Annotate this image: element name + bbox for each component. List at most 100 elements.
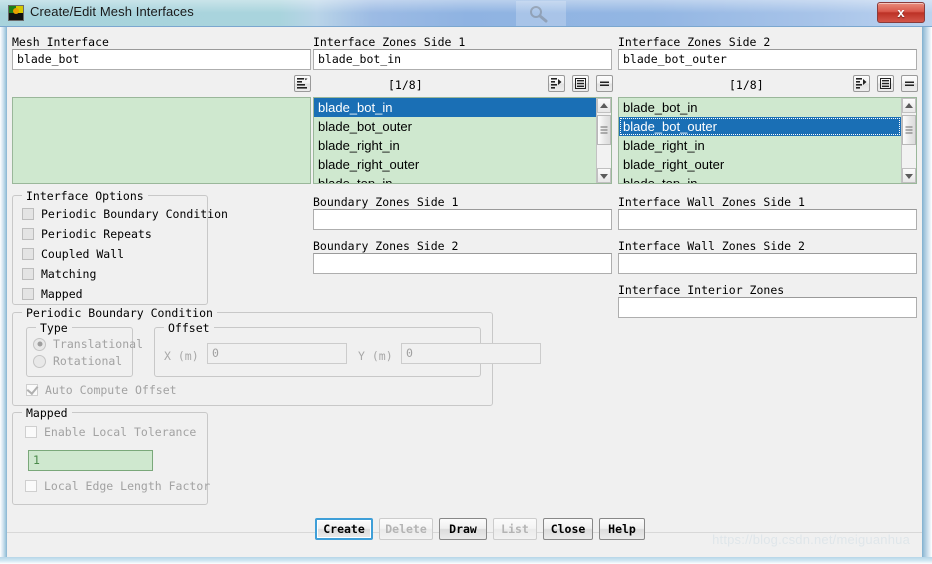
checkbox-label: Local Edge Length Factor bbox=[44, 479, 211, 493]
scroll-down-arrow-icon[interactable] bbox=[597, 168, 611, 183]
list-item[interactable]: blade_bot_in bbox=[314, 98, 596, 117]
checkbox-matching[interactable]: Matching bbox=[22, 267, 96, 281]
side2-equals-icon-button[interactable] bbox=[901, 75, 918, 92]
periodic-offset-group: Offset X (m) 0 Y (m) 0 bbox=[154, 321, 541, 377]
local-tolerance-input[interactable]: 1 bbox=[28, 450, 153, 471]
checkbox-label: Periodic Boundary Condition bbox=[41, 207, 228, 221]
offset-x-input[interactable]: 0 bbox=[207, 343, 347, 364]
checkbox-box-icon bbox=[22, 208, 34, 220]
checkbox-mapped[interactable]: Mapped bbox=[22, 287, 83, 301]
interface-options-title: Interface Options bbox=[22, 189, 148, 203]
dialog-content: Mesh Interface Interface Zones Side 1 In… bbox=[7, 27, 922, 557]
periodic-boundary-condition-group: Periodic Boundary Condition Type Transla… bbox=[12, 306, 541, 406]
radio-rotational[interactable]: Rotational bbox=[33, 354, 122, 368]
side2-list-scrollbar[interactable] bbox=[901, 98, 916, 183]
side2-page-indicator: [1/8] bbox=[729, 78, 764, 92]
checkbox-local-edge-length-factor[interactable]: Local Edge Length Factor bbox=[25, 479, 210, 493]
offset-y-label: Y (m) bbox=[358, 349, 393, 363]
title-bar: Create/Edit Mesh Interfaces x bbox=[0, 0, 932, 27]
list-item[interactable]: blade_bot_outer bbox=[314, 117, 596, 136]
checkbox-label: Matching bbox=[41, 267, 97, 281]
interface-interior-zones-label: Interface Interior Zones bbox=[618, 283, 785, 297]
watermark-text: https://blog.csdn.net/meiguanhua bbox=[712, 532, 910, 547]
side1-list-scrollbar[interactable] bbox=[596, 98, 611, 183]
checkbox-enable-local-tolerance[interactable]: Enable Local Tolerance bbox=[25, 425, 196, 439]
side1-filter-list-icon-button[interactable] bbox=[548, 75, 565, 92]
scroll-up-arrow-icon[interactable] bbox=[902, 98, 916, 113]
list-item[interactable]: blade_right_in bbox=[314, 136, 596, 155]
create-edit-mesh-interfaces-dialog: Create/Edit Mesh Interfaces x Mesh Inter… bbox=[0, 0, 932, 564]
periodic-type-group: Type Translational Rotational bbox=[26, 321, 143, 377]
window-edge-bottom bbox=[0, 557, 932, 564]
interface-zones-side1-list[interactable]: blade_bot_in blade_bot_outer blade_right… bbox=[313, 97, 612, 184]
checkbox-box-icon bbox=[22, 268, 34, 280]
side1-list-rows: blade_bot_in blade_bot_outer blade_right… bbox=[314, 98, 596, 183]
delete-button[interactable]: Delete bbox=[379, 518, 433, 540]
periodic-offset-title: Offset bbox=[164, 321, 214, 335]
checkbox-box-icon bbox=[25, 480, 37, 492]
scroll-up-arrow-icon[interactable] bbox=[597, 98, 611, 113]
help-button[interactable]: Help bbox=[599, 518, 645, 540]
checkbox-periodic-repeats[interactable]: Periodic Repeats bbox=[22, 227, 152, 241]
interface-options-group: Interface Options Periodic Boundary Cond… bbox=[12, 189, 228, 305]
mesh-interfaces-list[interactable] bbox=[12, 97, 311, 184]
checkbox-label: Coupled Wall bbox=[41, 247, 125, 261]
boundary-zones-side2-label: Boundary Zones Side 2 bbox=[313, 239, 459, 253]
side2-list-lines-icon-button[interactable] bbox=[877, 75, 894, 92]
window-edge-left bbox=[0, 27, 7, 564]
checkbox-label: Periodic Repeats bbox=[41, 227, 152, 241]
list-button[interactable]: List bbox=[493, 518, 537, 540]
list-item[interactable]: blade_top_in bbox=[314, 174, 596, 183]
create-button[interactable]: Create bbox=[315, 518, 373, 540]
side1-equals-icon-button[interactable] bbox=[596, 75, 613, 92]
radio-unselected-icon bbox=[33, 354, 46, 368]
boundary-zones-side1-label: Boundary Zones Side 1 bbox=[313, 195, 459, 209]
side2-filter-list-icon-button[interactable] bbox=[853, 75, 870, 92]
boundary-zones-side1-input[interactable] bbox=[313, 209, 612, 230]
scroll-down-arrow-icon[interactable] bbox=[902, 168, 916, 183]
scrollbar-thumb[interactable] bbox=[597, 115, 611, 145]
checkbox-auto-compute-offset[interactable]: Auto Compute Offset bbox=[26, 382, 177, 397]
interface-wall-zones-side2-input[interactable] bbox=[618, 253, 917, 274]
list-item[interactable]: blade_right_outer bbox=[314, 155, 596, 174]
periodic-bc-title: Periodic Boundary Condition bbox=[22, 306, 217, 320]
list-item[interactable]: blade_top_in bbox=[619, 174, 901, 183]
side2-list-rows: blade_bot_in blade_bot_outer blade_right… bbox=[619, 98, 901, 183]
interface-interior-zones-input[interactable] bbox=[618, 297, 917, 318]
interface-zones-side1-label: Interface Zones Side 1 bbox=[313, 35, 466, 49]
list-item[interactable]: blade_bot_outer bbox=[619, 117, 901, 136]
mesh-interfaces-list-rows bbox=[13, 98, 310, 183]
mesh-interface-input[interactable]: blade_bot bbox=[12, 49, 311, 70]
list-item[interactable]: blade_right_in bbox=[619, 136, 901, 155]
close-window-button[interactable]: x bbox=[877, 2, 925, 23]
checkbox-label: Mapped bbox=[41, 287, 83, 301]
interface-zones-side2-list[interactable]: blade_bot_in blade_bot_outer blade_right… bbox=[618, 97, 917, 184]
close-button[interactable]: Close bbox=[543, 518, 593, 540]
checkbox-checked-icon bbox=[26, 382, 39, 396]
radio-translational[interactable]: Translational bbox=[33, 337, 143, 351]
left-filter-list-icon-button[interactable] bbox=[294, 75, 311, 92]
checkbox-box-icon bbox=[22, 288, 34, 300]
interface-zones-side1-input[interactable]: blade_bot_in bbox=[313, 49, 612, 70]
fluent-app-icon bbox=[8, 5, 24, 21]
list-item[interactable]: blade_bot_in bbox=[619, 98, 901, 117]
checkbox-periodic-boundary-condition[interactable]: Periodic Boundary Condition bbox=[22, 207, 228, 221]
boundary-zones-side2-input[interactable] bbox=[313, 253, 612, 274]
radio-label: Translational bbox=[53, 337, 144, 351]
offset-x-label: X (m) bbox=[164, 349, 199, 363]
radio-label: Rotational bbox=[53, 354, 123, 368]
interface-wall-zones-side1-input[interactable] bbox=[618, 209, 917, 230]
draw-button[interactable]: Draw bbox=[439, 518, 487, 540]
window-edge-right bbox=[922, 27, 932, 564]
radio-selected-icon bbox=[33, 337, 46, 351]
checkbox-box-icon bbox=[22, 228, 34, 240]
checkbox-coupled-wall[interactable]: Coupled Wall bbox=[22, 247, 124, 261]
checkbox-label: Auto Compute Offset bbox=[45, 383, 177, 397]
scrollbar-thumb[interactable] bbox=[902, 115, 916, 145]
mapped-title: Mapped bbox=[22, 406, 72, 420]
side1-list-lines-icon-button[interactable] bbox=[572, 75, 589, 92]
list-item[interactable]: blade_right_outer bbox=[619, 155, 901, 174]
interface-zones-side2-input[interactable]: blade_bot_outer bbox=[618, 49, 917, 70]
offset-y-input[interactable]: 0 bbox=[401, 343, 541, 364]
interface-zones-side2-label: Interface Zones Side 2 bbox=[618, 35, 771, 49]
